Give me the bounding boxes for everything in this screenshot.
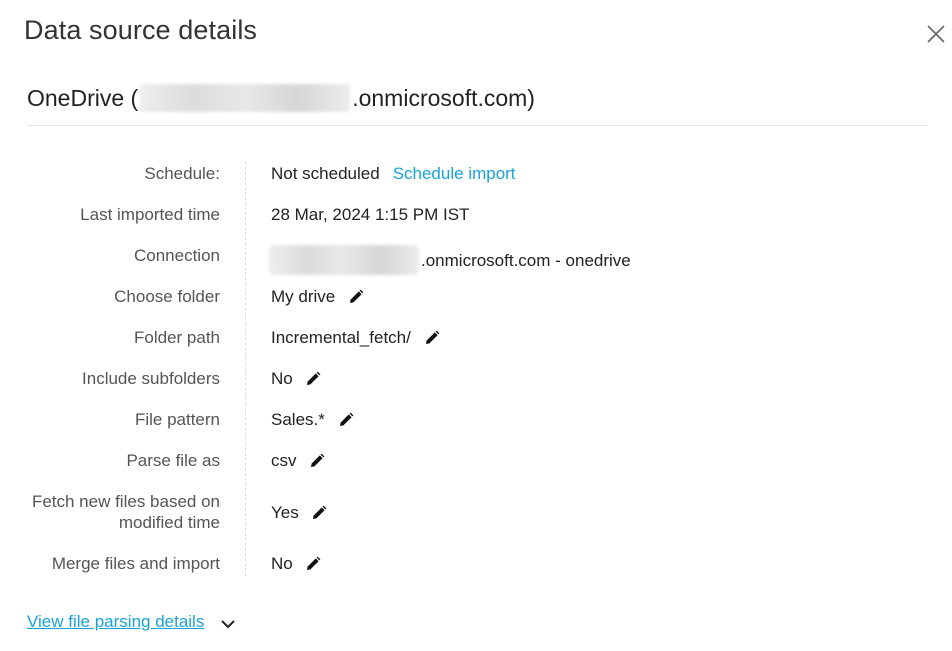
close-icon <box>927 25 945 43</box>
schedule-import-link[interactable]: Schedule import <box>393 163 516 184</box>
chevron-down-icon <box>221 620 235 629</box>
source-title-prefix: OneDrive ( <box>27 84 139 111</box>
schedule-value: Not scheduled <box>271 164 380 183</box>
parse-file-label: Parse file as <box>126 451 220 470</box>
pencil-icon <box>306 371 321 385</box>
edit-include-subfolders-button[interactable] <box>304 370 322 388</box>
edit-choose-folder-button[interactable] <box>347 288 365 306</box>
schedule-value-group: Not scheduled Schedule import <box>271 163 516 184</box>
edit-parse-file-button[interactable] <box>308 452 326 470</box>
choose-folder-value-group: My drive <box>271 286 365 307</box>
parse-file-value-group: csv <box>271 450 326 471</box>
folder-path-value-group: Incremental_fetch/ <box>271 327 441 348</box>
details-separator <box>245 162 246 576</box>
view-file-parsing-details-link[interactable]: View file parsing details <box>27 612 204 632</box>
pencil-icon <box>339 412 354 426</box>
pencil-icon <box>306 556 321 570</box>
divider <box>27 125 928 126</box>
merge-files-value: No <box>271 554 293 573</box>
file-pattern-value-group: Sales.* <box>271 409 355 430</box>
source-title: OneDrive ( .onmicrosoft.com) <box>27 84 535 112</box>
redacted-connection <box>269 245 419 275</box>
connection-value-group: .onmicrosoft.com - onedrive <box>267 245 631 275</box>
pencil-icon <box>425 330 440 344</box>
pencil-icon <box>350 289 364 303</box>
data-source-details-dialog: Data source details OneDrive ( .onmicros… <box>0 0 952 651</box>
include-subfolders-value: No <box>271 369 293 388</box>
folder-path-label: Folder path <box>134 328 220 347</box>
close-button[interactable] <box>924 20 948 46</box>
parse-file-value: csv <box>271 451 297 470</box>
source-title-suffix: .onmicrosoft.com) <box>352 84 535 111</box>
fetch-new-label: Fetch new files based on modified time <box>31 492 220 532</box>
edit-fetch-new-button[interactable] <box>310 504 328 522</box>
pencil-icon <box>312 505 327 519</box>
last-imported-label: Last imported time <box>80 205 220 224</box>
include-subfolders-value-group: No <box>271 368 322 389</box>
expand-parsing-details-button[interactable] <box>218 614 238 634</box>
choose-folder-label: Choose folder <box>114 287 220 306</box>
edit-merge-files-button[interactable] <box>304 555 322 573</box>
pencil-icon <box>310 453 324 467</box>
last-imported-value: 28 Mar, 2024 1:15 PM IST <box>271 205 470 224</box>
folder-path-value: Incremental_fetch/ <box>271 328 411 347</box>
file-pattern-value: Sales.* <box>271 410 325 429</box>
schedule-label: Schedule: <box>144 164 220 183</box>
connection-value: .onmicrosoft.com - onedrive <box>421 250 631 270</box>
fetch-new-value-group: Yes <box>271 502 328 523</box>
redacted-account <box>140 84 351 112</box>
file-pattern-label: File pattern <box>134 410 220 429</box>
include-subfolders-label: Include subfolders <box>82 369 220 388</box>
connection-label: Connection <box>133 246 220 265</box>
merge-files-value-group: No <box>271 553 322 574</box>
choose-folder-value: My drive <box>271 287 336 306</box>
edit-file-pattern-button[interactable] <box>337 411 355 429</box>
merge-files-label: Merge files and import <box>51 554 220 573</box>
fetch-new-value: Yes <box>271 503 299 522</box>
edit-folder-path-button[interactable] <box>423 329 441 347</box>
dialog-title: Data source details <box>24 15 258 45</box>
